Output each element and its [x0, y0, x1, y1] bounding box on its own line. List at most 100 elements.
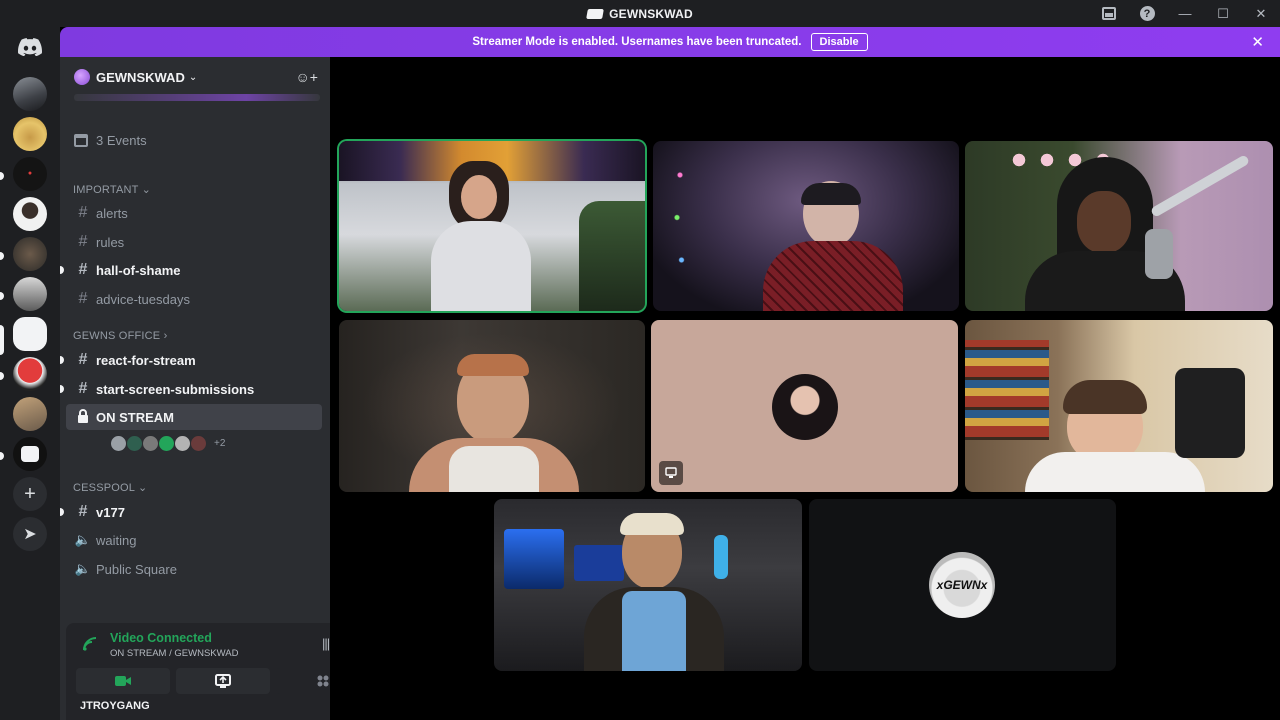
server-icon-9[interactable] — [13, 397, 47, 431]
bookshelf — [965, 340, 1049, 440]
server-icon-10[interactable] — [13, 437, 47, 471]
events-label: 3 Events — [96, 133, 147, 148]
server-icon-5[interactable] — [13, 237, 47, 271]
server-selected-indicator — [0, 325, 4, 355]
avatar — [190, 435, 207, 452]
channel-advice-tuesdays[interactable]: # advice-tuesdays — [66, 286, 322, 312]
channel-react-for-stream[interactable]: # react-for-stream — [60, 347, 322, 373]
category-important[interactable]: IMPORTANT ⌄ — [73, 183, 151, 196]
minimize-button[interactable]: — — [1166, 0, 1204, 27]
avatar — [110, 435, 127, 452]
events-link[interactable]: 3 Events — [74, 133, 147, 148]
category-cesspool[interactable]: CESSPOOL ⌄ — [73, 481, 147, 494]
camera-button[interactable] — [76, 668, 170, 694]
window-titlebar: GEWNSKWAD ? — ☐ ✕ — [0, 0, 1280, 27]
channel-alerts[interactable]: # alerts — [66, 200, 322, 226]
microphone — [714, 535, 728, 579]
video-tile-1[interactable] — [339, 141, 645, 311]
window-title-text: GEWNSKWAD — [609, 6, 693, 21]
participant-hair — [1063, 380, 1147, 414]
video-tile-7[interactable] — [494, 499, 802, 671]
unread-indicator — [60, 385, 64, 393]
server-icon-4[interactable] — [13, 197, 47, 231]
help-button[interactable]: ? — [1128, 0, 1166, 27]
server-icon-1[interactable] — [13, 77, 47, 111]
voice-status[interactable]: Video Connected — [110, 631, 212, 645]
participant-body — [1025, 452, 1205, 492]
server-name: GEWNSKWAD — [96, 69, 185, 85]
screen-share-icon — [215, 674, 231, 688]
channel-v177[interactable]: # v177 — [60, 499, 322, 525]
microphone — [1145, 229, 1173, 279]
screenshare-button[interactable] — [176, 668, 270, 694]
voice-channel-waiting[interactable]: 🔈 waiting — [66, 527, 322, 553]
channel-rules[interactable]: # rules — [66, 229, 322, 255]
server-icon-inferno[interactable]: ● — [13, 157, 47, 191]
hash-icon: # — [78, 503, 88, 520]
video-tile-4[interactable] — [339, 320, 645, 492]
channel-start-screen-submissions[interactable]: # start-screen-submissions — [60, 376, 322, 402]
signal-strength-icon — [83, 637, 97, 651]
invite-people-icon[interactable]: ☺+ — [296, 69, 318, 85]
hash-icon: # — [78, 261, 88, 278]
server-unread-indicator — [0, 452, 4, 460]
avatar — [126, 435, 143, 452]
participant-tanktop — [449, 446, 539, 492]
participant-headphones — [620, 513, 684, 535]
close-icon: ✕ — [1255, 5, 1267, 21]
video-tile-5-audio-only[interactable] — [651, 320, 958, 492]
screen-share-icon — [665, 467, 677, 478]
string-lights — [665, 141, 695, 311]
hash-icon: # — [78, 204, 88, 221]
voice-location[interactable]: ON STREAM / GEWNSKWAD — [110, 648, 238, 659]
maximize-icon: ☐ — [1217, 5, 1229, 21]
avatar: xGEWNx — [929, 552, 995, 618]
plus-icon: + — [24, 482, 36, 505]
voice-channel-public-square[interactable]: 🔈 Public Square — [66, 556, 322, 582]
participant-hair — [457, 354, 529, 376]
screen-share-indicator — [659, 461, 683, 485]
home-button[interactable] — [13, 30, 47, 64]
server-rail: ● + ➤ — [0, 27, 60, 720]
video-camera-icon — [115, 676, 131, 686]
explore-button[interactable]: ➤ — [13, 517, 47, 551]
channel-hall-of-shame[interactable]: # hall-of-shame — [60, 257, 322, 283]
avatar — [142, 435, 159, 452]
microphone-stand — [1175, 368, 1245, 458]
inbox-icon — [1102, 7, 1116, 20]
lock-icon — [74, 408, 92, 426]
close-window-button[interactable]: ✕ — [1242, 0, 1280, 27]
avatar-label: xGEWNx — [936, 578, 988, 592]
voice-channel-on-stream[interactable]: ON STREAM — [66, 404, 322, 430]
channel-sidebar: GEWNSKWAD ⌄ ☺+ 3 Events IMPORTANT ⌄ # ale… — [60, 57, 382, 720]
voice-channel-participants[interactable]: +2 — [110, 435, 225, 452]
unread-indicator — [60, 356, 64, 364]
video-tile-6[interactable] — [965, 320, 1273, 492]
unread-indicator — [60, 266, 64, 274]
disable-streamer-mode-button[interactable]: Disable — [810, 33, 868, 51]
inbox-button[interactable] — [1090, 0, 1128, 27]
participant-face — [1077, 191, 1131, 253]
hash-icon: # — [78, 290, 88, 307]
maximize-button[interactable]: ☐ — [1204, 0, 1242, 27]
server-icon-6[interactable] — [13, 277, 47, 311]
participant-body — [431, 221, 531, 311]
server-icon-8[interactable] — [13, 357, 47, 391]
unread-indicator — [60, 508, 64, 516]
close-banner-icon[interactable]: ✕ — [1251, 33, 1264, 51]
participant-headphones — [801, 183, 861, 205]
category-gewns-office[interactable]: GEWNS OFFICE › — [73, 330, 167, 342]
video-grid: xGEWNx — [330, 57, 1280, 720]
mic-arm — [1149, 154, 1251, 218]
server-icon-2[interactable] — [13, 117, 47, 151]
video-tile-2[interactable] — [653, 141, 959, 311]
calendar-icon — [74, 134, 88, 147]
monitor-glow — [504, 529, 564, 589]
server-header[interactable]: GEWNSKWAD ⌄ ☺+ — [60, 57, 330, 97]
server-icon-gewnskwad[interactable] — [13, 317, 47, 351]
participant-shirt — [622, 591, 686, 671]
add-server-button[interactable]: + — [13, 477, 47, 511]
server-unread-indicator — [0, 372, 4, 380]
video-tile-8-audio-only[interactable]: xGEWNx — [809, 499, 1116, 671]
video-tile-3[interactable] — [965, 141, 1273, 311]
